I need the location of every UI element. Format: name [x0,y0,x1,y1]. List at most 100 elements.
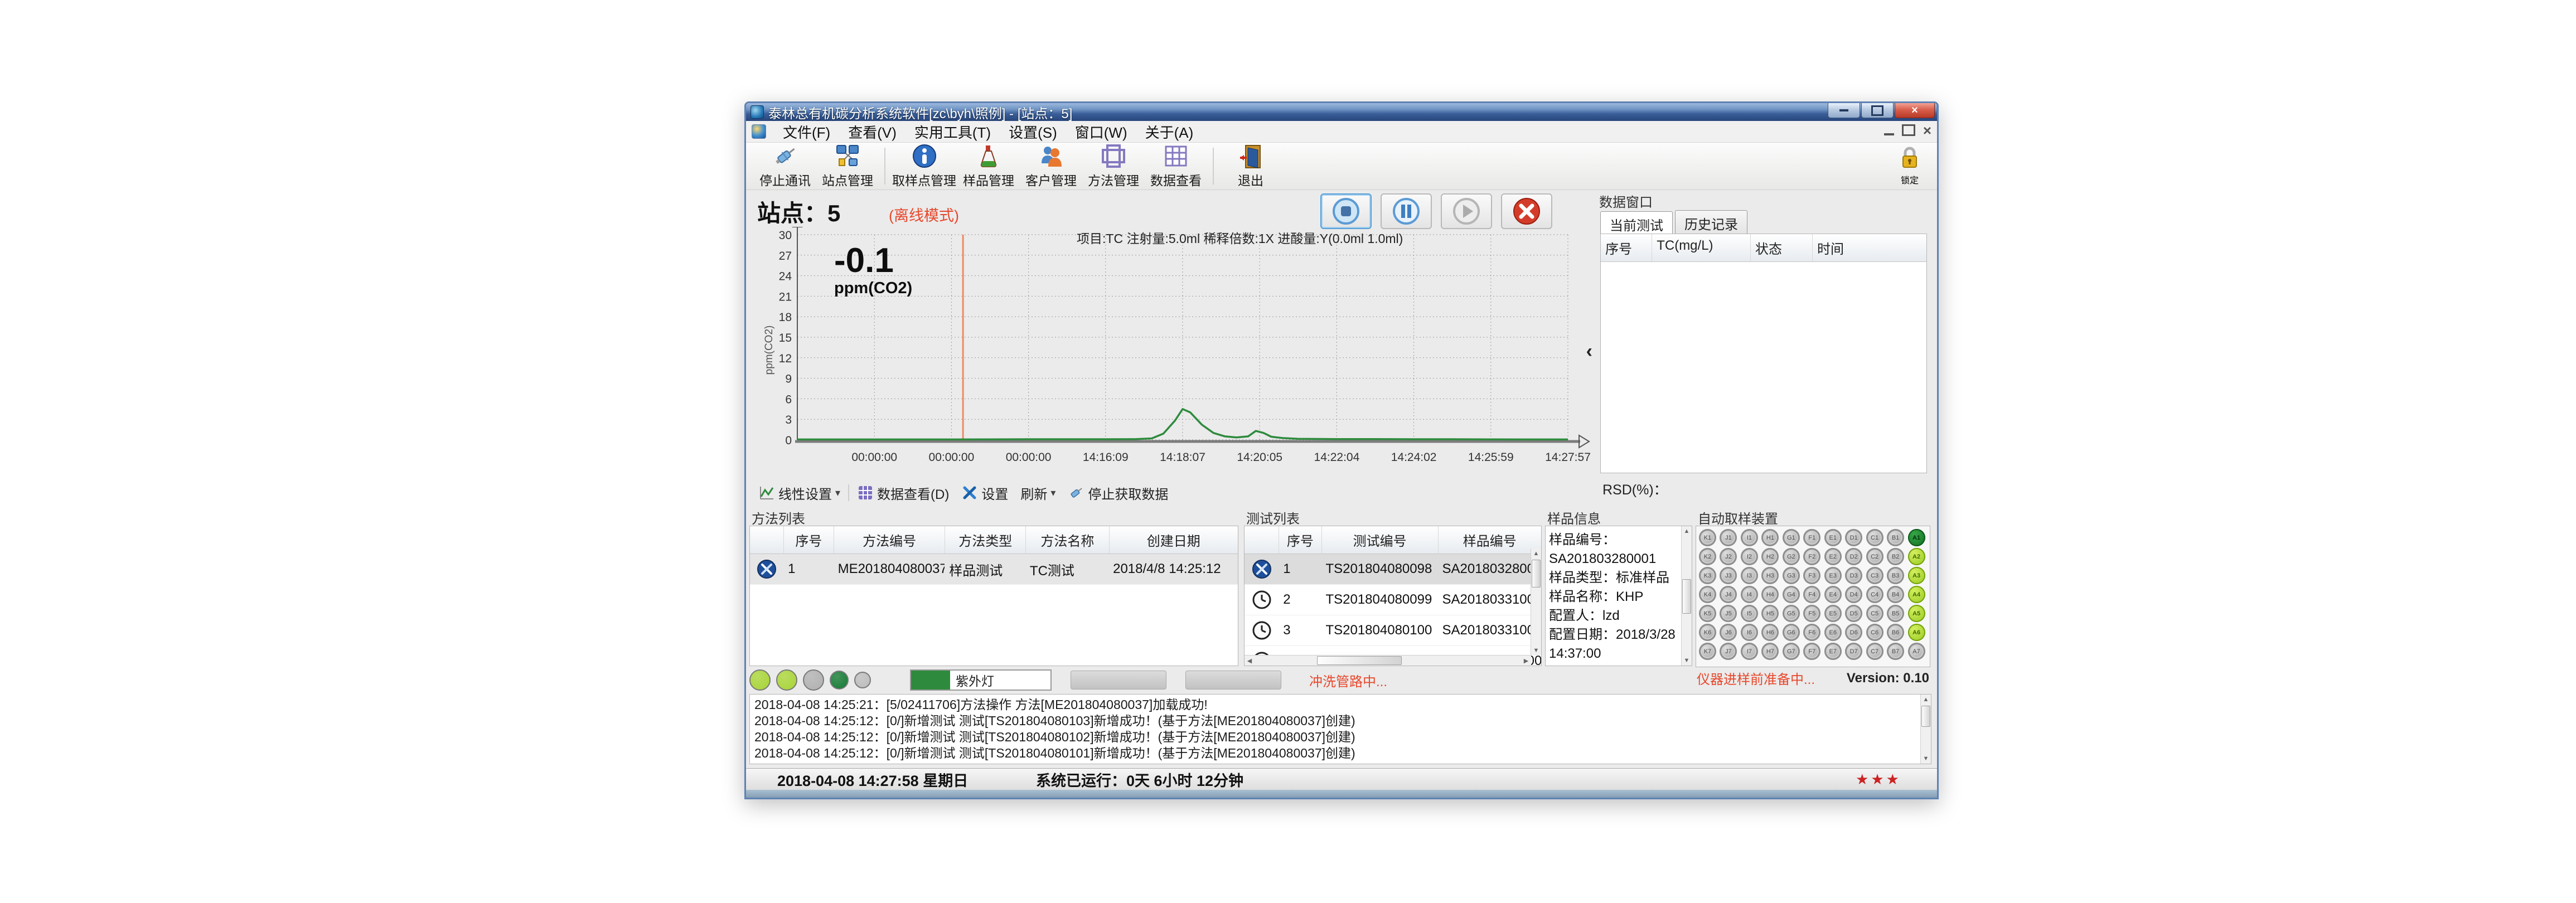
vial-J2[interactable]: J2 [1720,548,1737,565]
vial-K4[interactable]: K4 [1699,586,1716,603]
vial-C1[interactable]: C1 [1866,529,1883,546]
sampling-point-manage-button[interactable]: 取样点管理 [892,144,956,188]
vial-K6[interactable]: K6 [1699,624,1716,641]
vial-G3[interactable]: G3 [1783,567,1800,584]
mdi-close-button[interactable]: × [1923,125,1931,136]
vial-I2[interactable]: I2 [1741,548,1758,565]
menu-file[interactable]: 文件(F) [774,120,839,144]
vial-J7[interactable]: J7 [1720,643,1737,660]
column-header[interactable]: 方法名称 [1026,526,1109,554]
scroll-down-icon[interactable]: ▼ [1531,645,1541,656]
mdi-minimize-button[interactable] [1884,133,1894,135]
vial-F3[interactable]: F3 [1803,567,1820,584]
vial-B3[interactable]: B3 [1887,567,1904,584]
vial-A4[interactable]: A4 [1908,586,1925,603]
column-header[interactable]: 方法编号 [834,526,946,554]
vial-D2[interactable]: D2 [1845,548,1862,565]
stop-data-fetch-button[interactable]: 停止获取数据 [1063,482,1173,504]
data-view-chart-button[interactable]: 数据查看(D) [853,482,953,504]
vial-B5[interactable]: B5 [1887,605,1904,622]
play-button[interactable] [1441,193,1492,229]
scroll-right-icon[interactable]: ▶ [1521,656,1531,666]
sample-info-vscrollbar[interactable]: ▲ ▼ [1681,526,1692,666]
scroll-up-icon[interactable]: ▲ [1921,695,1931,705]
customer-manage-button[interactable]: 客户管理 [1021,144,1081,188]
scroll-down-icon[interactable]: ▼ [1921,754,1931,764]
vial-J5[interactable]: J5 [1720,605,1737,622]
vial-F2[interactable]: F2 [1803,548,1820,565]
column-header[interactable]: TC(mg/L) [1652,234,1751,261]
vial-H6[interactable]: H6 [1761,624,1779,641]
vial-G7[interactable]: G7 [1783,643,1800,660]
stop-comm-button[interactable]: 停止通讯 [755,144,815,188]
menu-about[interactable]: 关于(A) [1136,120,1203,144]
menu-view[interactable]: 查看(V) [839,120,906,144]
vial-J4[interactable]: J4 [1720,586,1737,603]
vial-E1[interactable]: E1 [1824,529,1842,546]
vial-B2[interactable]: B2 [1887,548,1904,565]
vial-G2[interactable]: G2 [1783,548,1800,565]
vial-I7[interactable]: I7 [1741,643,1758,660]
system-log[interactable]: 2018-04-08 14:25:21：[5/02411706]方法操作 方法[… [749,694,1931,764]
vial-H7[interactable]: H7 [1761,643,1779,660]
scroll-left-icon[interactable]: ◀ [1245,656,1255,666]
vial-A1[interactable]: A1 [1908,529,1925,546]
vial-H3[interactable]: H3 [1761,567,1779,584]
vial-F5[interactable]: F5 [1803,605,1820,622]
vial-D1[interactable]: D1 [1845,529,1862,546]
vial-G4[interactable]: G4 [1783,586,1800,603]
mdi-restore-button[interactable] [1902,124,1915,136]
exit-button[interactable]: 退出 [1221,144,1281,188]
vial-F6[interactable]: F6 [1803,624,1820,641]
vial-D3[interactable]: D3 [1845,567,1862,584]
scrollbar-thumb[interactable] [1682,579,1691,614]
vial-A6[interactable]: A6 [1908,624,1925,641]
column-header[interactable]: 序号 [1601,234,1652,261]
column-header[interactable]: 序号 [1279,526,1322,554]
test-list-vscrollbar[interactable]: ▲ ▼ [1531,548,1541,656]
table-row[interactable]: 1ME201804080037样品测试TC测试2018/4/8 14:25:12 [750,554,1238,585]
vial-G1[interactable]: G1 [1783,529,1800,546]
vial-K2[interactable]: K2 [1699,548,1716,565]
vial-C7[interactable]: C7 [1866,643,1883,660]
vial-I6[interactable]: I6 [1741,624,1758,641]
vial-H2[interactable]: H2 [1761,548,1779,565]
vial-I4[interactable]: I4 [1741,586,1758,603]
vial-J3[interactable]: J3 [1720,567,1737,584]
scrollbar-thumb[interactable] [1921,706,1930,727]
vial-K5[interactable]: K5 [1699,605,1716,622]
scrollbar-thumb[interactable] [1532,560,1541,588]
vial-D6[interactable]: D6 [1845,624,1862,641]
scroll-up-icon[interactable]: ▲ [1531,548,1541,559]
vial-D4[interactable]: D4 [1845,586,1862,603]
lock-button[interactable]: 锁定 [1897,144,1923,186]
scrollbar-thumb[interactable] [1317,656,1402,665]
vial-C5[interactable]: C5 [1866,605,1883,622]
vial-H4[interactable]: H4 [1761,586,1779,603]
vial-F4[interactable]: F4 [1803,586,1820,603]
minimize-button[interactable] [1828,103,1860,118]
vial-K3[interactable]: K3 [1699,567,1716,584]
vial-K1[interactable]: K1 [1699,529,1716,546]
sample-manage-button[interactable]: 样品管理 [958,144,1019,188]
site-manage-button[interactable]: 站点管理 [817,144,878,188]
maximize-button[interactable] [1861,103,1894,118]
scroll-down-icon[interactable]: ▼ [1682,656,1692,666]
close-button[interactable]: × [1895,103,1935,118]
data-view-button[interactable]: 数据查看 [1146,144,1206,188]
vial-J1[interactable]: J1 [1720,529,1737,546]
method-manage-button[interactable]: 方法管理 [1083,144,1144,188]
refresh-button[interactable]: 刷新 ▾ [1016,482,1060,504]
stop-acquisition-button[interactable] [1320,193,1372,229]
vial-F7[interactable]: F7 [1803,643,1820,660]
menu-tools[interactable]: 实用工具(T) [906,120,1000,144]
table-row[interactable]: 2TS201804080099SA201803310000 [1245,585,1541,615]
vial-C2[interactable]: C2 [1866,548,1883,565]
chart-settings-button[interactable]: 设置 [957,482,1013,504]
vial-B1[interactable]: B1 [1887,529,1904,546]
column-header[interactable]: 状态 [1751,234,1813,261]
vial-E3[interactable]: E3 [1824,567,1842,584]
log-vscrollbar[interactable]: ▲ ▼ [1920,695,1931,764]
tab-history[interactable]: 历史记录 [1675,210,1747,237]
table-row[interactable]: 3TS201804080100SA201803310001 [1245,615,1541,646]
